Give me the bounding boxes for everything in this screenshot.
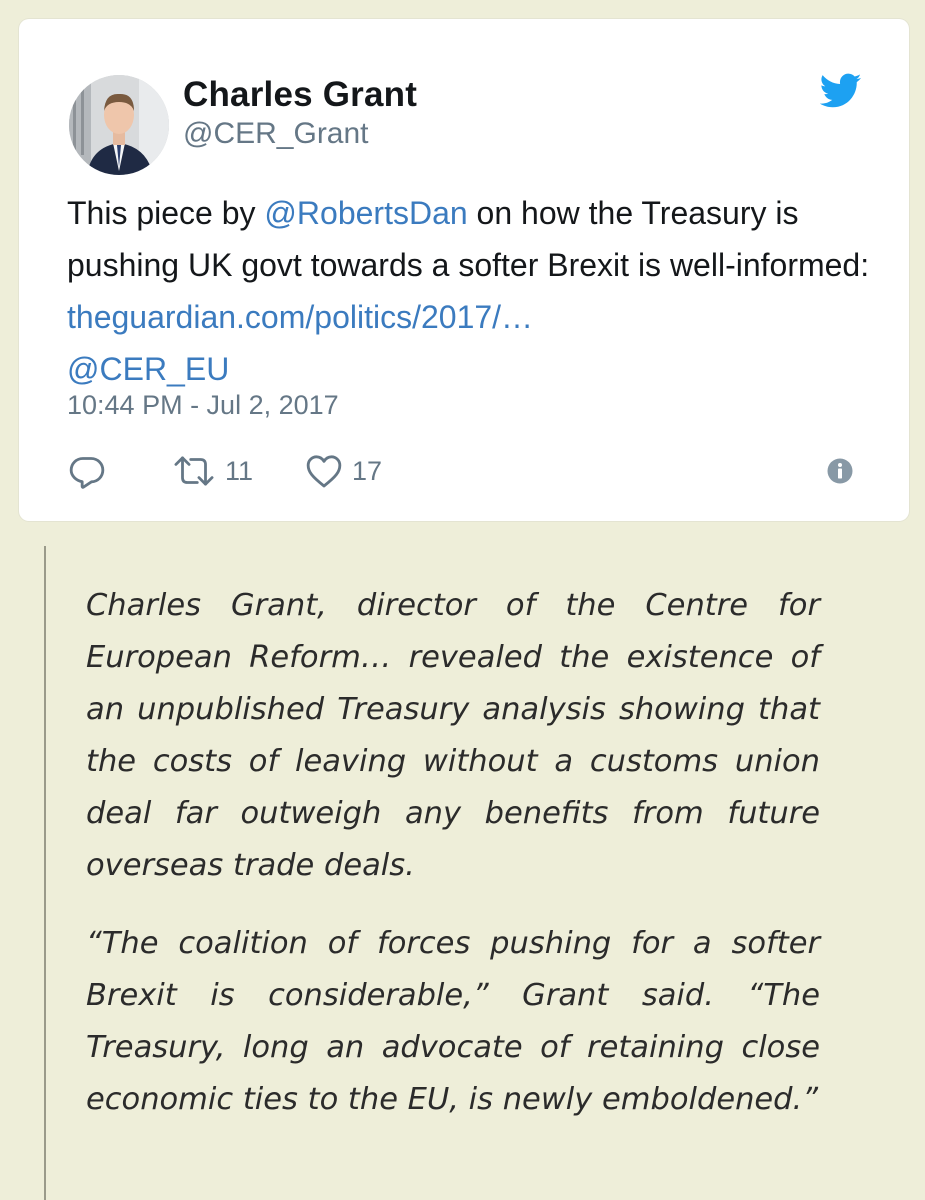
- author-name[interactable]: Charles Grant: [183, 75, 417, 115]
- tweet-timestamp[interactable]: 10:44 PM - Jul 2, 2017: [67, 387, 339, 423]
- heart-icon: [306, 455, 342, 488]
- quote-border: [44, 546, 46, 1200]
- info-button[interactable]: [825, 449, 855, 493]
- retweet-count: 11: [225, 456, 254, 486]
- profile-photo: [69, 75, 169, 175]
- like-button[interactable]: 17: [304, 449, 382, 493]
- quote-paragraph: “The coalition of forces pushing for a s…: [86, 926, 820, 1117]
- reply-button[interactable]: [67, 449, 107, 493]
- retweet-button[interactable]: 11: [171, 449, 253, 493]
- article-link[interactable]: theguardian.com/politics/2017/…: [67, 299, 533, 335]
- tweet-text-part: This piece by: [67, 195, 265, 231]
- retweet-icon: [174, 456, 214, 486]
- mention-link[interactable]: @RobertsDan: [264, 195, 467, 231]
- mention-link[interactable]: @CER_EU: [67, 351, 229, 387]
- twitter-bird-icon[interactable]: [820, 73, 862, 109]
- author-handle[interactable]: @CER_Grant: [183, 116, 369, 152]
- info-icon: [827, 458, 853, 484]
- author-avatar[interactable]: [69, 75, 169, 175]
- tweet-actions: 11 17: [67, 449, 867, 493]
- like-count: 17: [352, 456, 383, 486]
- tweet-card: Charles Grant @CER_Grant This piece by @…: [19, 19, 909, 521]
- tweet-text: This piece by @RobertsDan on how the Tre…: [67, 187, 877, 395]
- reply-icon: [69, 457, 105, 489]
- blockquote: Charles Grant, director of the Centre fo…: [86, 580, 820, 1152]
- quote-paragraph: Charles Grant, director of the Centre fo…: [86, 588, 820, 883]
